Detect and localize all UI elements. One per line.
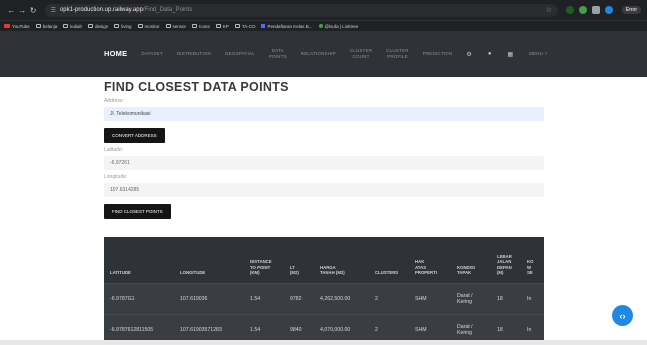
forward-icon[interactable]: →: [17, 6, 28, 15]
header-lebar-jalan: LEBAR JALAN DEPAN (M): [491, 237, 521, 283]
bookmark-folder[interactable]: design: [87, 24, 108, 29]
site-info-icon[interactable]: ☰: [51, 7, 56, 14]
chat-icon[interactable]: ●: [488, 51, 492, 57]
longitude-input[interactable]: 107.6314285: [104, 183, 544, 197]
cell-hak-atas: SHM: [409, 282, 451, 314]
header-longitude: LONGITUDE: [174, 237, 244, 283]
bookmark-folder[interactable]: sensor: [165, 24, 186, 29]
nav-distribution[interactable]: DISTRIBUTION: [177, 51, 211, 57]
nav-menu[interactable]: MENU ˅: [529, 51, 547, 57]
app-navbar: HOME DATASET DISTRIBUTION GEOSPATIAL DAT…: [0, 31, 647, 77]
find-points-form: FIND CLOSEST DATA POINTS Address: Jl. Te…: [104, 77, 544, 219]
cell-latitude: -6.9787G1: [104, 282, 174, 314]
chevron-down-icon: ˅: [544, 51, 548, 56]
data-points-table: LATITUDE LONGITUDE DISTANCE TO POINT (KM) …: [104, 237, 544, 345]
table-header-row: LATITUDE LONGITUDE DISTANCE TO POINT (KM) …: [104, 237, 544, 283]
nav-prediction[interactable]: PREDICTION: [423, 51, 453, 57]
folder-icon: [165, 24, 171, 28]
header-hak-atas-properti: HAK ATAS PROPERTI: [409, 237, 451, 283]
cell-lebar-jalan: 18: [491, 282, 521, 314]
nav-geospatial[interactable]: GEOSPATIAL: [225, 51, 255, 57]
folder-icon: [192, 24, 198, 28]
folder-icon: [87, 24, 93, 28]
latitude-input[interactable]: -6.97261: [104, 156, 544, 170]
bookmark-link[interactable]: Pendaftaran Kelas B...: [261, 24, 313, 29]
header-kondisi-tapak: KONDISI TAPAK: [451, 237, 491, 283]
cell-longitude: 107.619036: [174, 282, 244, 314]
settings-icon[interactable]: ⚙: [466, 51, 471, 58]
latitude-label: Latitude:: [104, 147, 124, 153]
cell-truncated: In: [521, 282, 544, 314]
bookmark-folder[interactable]: belanja: [35, 24, 57, 29]
page-title: FIND CLOSEST DATA POINTS: [104, 80, 289, 94]
header-lt: LT (M2): [284, 237, 314, 283]
form-icon: [261, 24, 266, 28]
address-bar[interactable]: ☰ opk1-production.up.railway.app /Find_D…: [44, 3, 558, 17]
header-latitude: LATITUDE: [104, 237, 174, 283]
folder-icon: [114, 24, 120, 28]
bookmarks-bar: YouTube belanja kuliah design living mon…: [0, 20, 647, 31]
nav-cluster-count[interactable]: CLUSTER COUNT: [350, 48, 372, 60]
url-host: opk1-production.up.railway.app: [59, 7, 143, 13]
bookmark-folder[interactable]: TA-CO: [234, 24, 255, 29]
header-truncated: KO W SE: [521, 237, 544, 283]
address-label: Address:: [104, 98, 124, 104]
address-input[interactable]: Jl. Telekomunikasi: [104, 107, 544, 121]
bookmark-folder[interactable]: Icons: [192, 24, 210, 29]
table-row: -6.9787G1 107.619036 1.54 9782 4,262,500…: [104, 282, 544, 314]
find-closest-points-button[interactable]: FIND CLOSEST POINTS: [104, 204, 171, 219]
header-harga-tanah: HARGA TANAH (M2): [314, 237, 369, 283]
bookmark-folder[interactable]: monitor: [137, 24, 160, 29]
cell-harga-tanah: 4,262,500.00: [314, 282, 369, 314]
cell-clusters: 2: [369, 282, 409, 314]
bookmark-folder[interactable]: living: [114, 24, 132, 29]
folder-icon: [137, 24, 143, 28]
puzzle-icon[interactable]: [591, 6, 600, 14]
folder-icon: [215, 24, 221, 28]
cell-kondisi-tapak: Darat / Kering: [451, 282, 491, 314]
cell-lt: 9782: [284, 282, 314, 314]
bookmark-folder[interactable]: kuliah: [63, 24, 82, 29]
folder-icon: [35, 24, 41, 28]
browser-toolbar: ← → ↻ ☰ opk1-production.up.railway.app /…: [0, 0, 647, 20]
linktree-icon: [318, 24, 323, 28]
nav-data-points[interactable]: DATA POINTS: [269, 48, 287, 60]
grid-icon[interactable]: ▦: [507, 51, 513, 58]
nav-dataset[interactable]: DATASET: [141, 51, 163, 57]
taskbar-strip: [0, 340, 647, 345]
bookmark-link[interactable]: @lsufa | Linktree: [318, 24, 358, 29]
extension-icon[interactable]: [578, 6, 587, 14]
cell-distance: 1.54: [244, 282, 284, 314]
longitude-label: Longitude:: [104, 174, 128, 180]
folder-icon: [63, 24, 69, 28]
bookmark-star-icon[interactable]: ☆: [546, 6, 552, 14]
profile-button[interactable]: Error: [621, 6, 642, 14]
youtube-icon: [4, 24, 10, 28]
nav-cluster-profile[interactable]: CLUSTER PROFILE: [386, 48, 408, 60]
results-table: LATITUDE LONGITUDE DISTANCE TO POINT (KM) …: [104, 237, 544, 345]
extension-icon[interactable]: [565, 6, 574, 14]
url-path: /Find_Data_Points: [142, 7, 193, 13]
back-icon[interactable]: ←: [6, 6, 17, 15]
nav-home[interactable]: HOME: [104, 50, 127, 58]
code-brackets-icon: ‹›: [619, 310, 626, 321]
header-clusters: CLUSTERS: [369, 237, 409, 283]
bookmark-youtube[interactable]: YouTube: [4, 24, 30, 29]
extension-icon[interactable]: [604, 6, 613, 14]
folder-icon: [234, 24, 240, 28]
code-toggle-button[interactable]: ‹›: [612, 305, 633, 326]
reload-icon[interactable]: ↻: [28, 6, 39, 15]
convert-address-button[interactable]: CONVERT ADDRESS: [104, 128, 165, 143]
header-distance: DISTANCE TO POINT (KM): [244, 237, 284, 283]
nav-relationship[interactable]: RELATIONSHIP: [301, 51, 336, 57]
bookmark-folder[interactable]: KP: [215, 24, 229, 29]
extensions-area: Error: [565, 6, 642, 14]
